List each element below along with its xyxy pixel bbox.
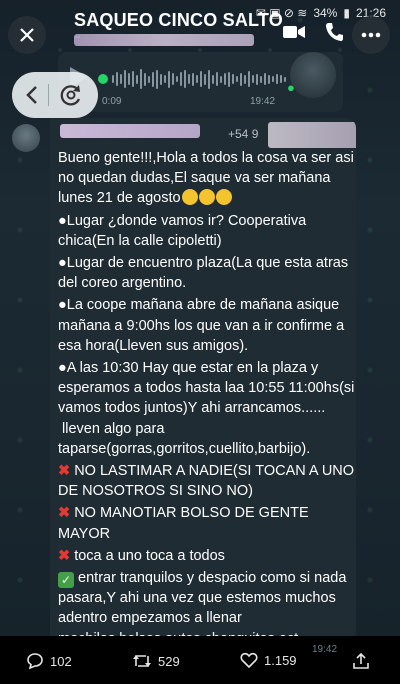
progress-dot[interactable] <box>98 74 108 84</box>
message-line: ✖ NO MANOTIAR BOLSO DE GENTE MAYOR <box>58 505 313 542</box>
voice-waveform[interactable] <box>112 68 292 90</box>
message-timestamp: 19:42 <box>312 644 338 655</box>
close-icon <box>20 28 34 42</box>
cross-mark-icon: ✖ <box>58 547 71 564</box>
close-button[interactable] <box>8 16 46 54</box>
voice-timestamp: 19:42 <box>250 96 276 107</box>
rotate-icon[interactable] <box>58 82 84 113</box>
cross-mark-icon: ✖ <box>58 463 71 480</box>
emoji-icon <box>215 189 232 206</box>
redacted-subtitle <box>74 34 254 46</box>
group-title[interactable]: SAQUEO CINCO SALTO <box>74 10 283 31</box>
comment-count: 102 <box>50 653 72 669</box>
emoji-icon <box>181 189 198 206</box>
back-icon[interactable] <box>24 84 40 111</box>
phone-icon[interactable] <box>325 22 343 47</box>
message-text: Bueno gente!!!,Hola a todos la cosa va s… <box>58 148 356 648</box>
message-line: ✖ NO LASTIMAR A NADIE(SI TOCAN A UNO DE … <box>58 463 355 500</box>
mic-icon: ● <box>287 80 295 95</box>
message-line: ●La coope mañana abre de mañana asique m… <box>58 297 349 354</box>
message-line: Bueno gente!!!,Hola a todos la cosa va s… <box>58 150 354 207</box>
sender-avatar-voice <box>290 52 336 98</box>
more-button[interactable] <box>352 16 390 54</box>
emoji-icon <box>198 189 215 206</box>
heart-icon <box>240 652 258 668</box>
redacted-phone <box>268 122 356 148</box>
like-count: 1.159 <box>264 652 297 668</box>
check-mark-icon: ✓ <box>58 572 74 589</box>
redacted-sender-name <box>60 124 200 138</box>
pill-divider <box>48 84 49 106</box>
message-bubble[interactable]: +54 9 Bueno gente!!!,Hola a todos la cos… <box>50 118 356 648</box>
message-line: ●Lugar de encuentro plaza(La que esta at… <box>58 255 353 292</box>
engagement-bar: 19:42 102 529 1.159 <box>0 636 400 684</box>
repost-button[interactable]: 529 <box>132 652 180 670</box>
media-control-pill <box>12 72 98 118</box>
message-line: ●A las 10:30 Hay que estar en la plaza y… <box>58 360 355 457</box>
voice-duration: 0:09 <box>102 96 122 107</box>
repost-count: 529 <box>158 653 180 669</box>
share-button[interactable] <box>352 652 370 670</box>
repost-icon <box>133 655 151 667</box>
comment-icon <box>27 653 43 670</box>
comment-button[interactable]: 102 <box>26 652 72 670</box>
message-line: ✖ toca a uno toca a todos <box>58 547 225 564</box>
cross-mark-icon: ✖ <box>58 505 71 522</box>
sender-avatar[interactable] <box>12 124 40 152</box>
voice-message[interactable]: 0:09 19:42 ● <box>58 52 343 112</box>
sender-phone-prefix: +54 9 <box>228 127 259 141</box>
message-line: ●Lugar ¿donde vamos ir? Cooperativa chic… <box>58 212 311 249</box>
more-icon <box>361 32 381 38</box>
video-call-icon[interactable] <box>283 24 305 45</box>
screenshot-frame: ✉ ▣ ⊘ ≋ 34% ▮ 21:26 SAQUEO CINCO SALTO ~… <box>0 0 400 684</box>
like-button[interactable]: 1.159 <box>240 652 297 668</box>
share-icon <box>353 652 369 669</box>
